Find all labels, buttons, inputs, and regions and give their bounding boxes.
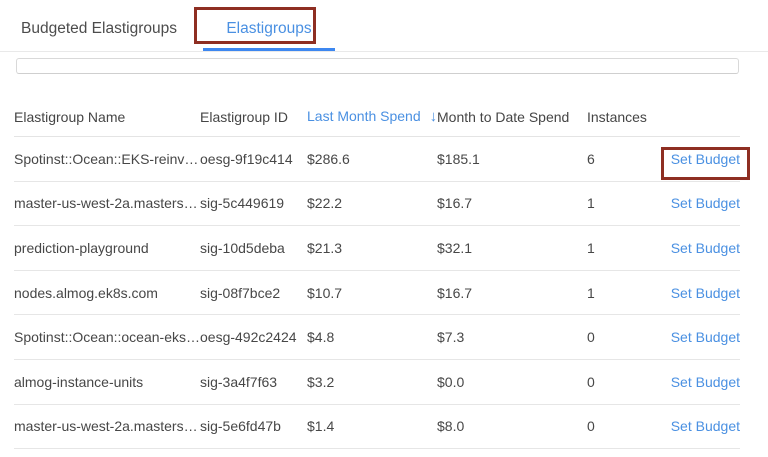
- cell-elastigroup-name: master-us-west-2a.masters…: [14, 195, 200, 211]
- cell-elastigroup-name: prediction-playground: [14, 240, 200, 256]
- cell-elastigroup-name: almog-instance-units: [14, 374, 200, 390]
- cell-instances: 1: [587, 240, 670, 256]
- cell-elastigroup-name: master-us-west-2a.masters…: [14, 418, 200, 434]
- cell-month-to-date-spend: $8.0: [437, 418, 587, 434]
- cell-instances: 1: [587, 285, 670, 301]
- cell-elastigroup-id: sig-5e6fd47b: [200, 418, 307, 434]
- tab-bar: Budgeted Elastigroups Elastigroups: [0, 0, 768, 52]
- set-budget-link[interactable]: Set Budget: [671, 285, 740, 301]
- cell-last-month-spend: $3.2: [307, 374, 437, 390]
- cell-month-to-date-spend: $16.7: [437, 195, 587, 211]
- column-header-month-to-date-spend[interactable]: Month to Date Spend: [437, 109, 587, 125]
- cell-month-to-date-spend: $7.3: [437, 329, 587, 345]
- cell-instances: 1: [587, 195, 670, 211]
- cell-elastigroup-name: Spotinst::Ocean::ocean-eks…: [14, 329, 200, 345]
- cell-month-to-date-spend: $0.0: [437, 374, 587, 390]
- table-row: Spotinst::Ocean::EKS-reinv… oesg-9f19c41…: [14, 137, 740, 182]
- cell-month-to-date-spend: $16.7: [437, 285, 587, 301]
- elastigroups-table: Elastigroup Name Elastigroup ID Last Mon…: [0, 74, 768, 449]
- column-header-last-month-spend-label: Last Month Spend: [307, 108, 421, 124]
- set-budget-link[interactable]: Set Budget: [671, 195, 740, 211]
- cell-elastigroup-id: oesg-9f19c414: [200, 151, 307, 167]
- table-row: prediction-playground sig-10d5deba $21.3…: [14, 226, 740, 271]
- set-budget-link[interactable]: Set Budget: [671, 240, 740, 256]
- cell-elastigroup-id: sig-10d5deba: [200, 240, 307, 256]
- cell-elastigroup-id: sig-3a4f7f63: [200, 374, 307, 390]
- cell-last-month-spend: $22.2: [307, 195, 437, 211]
- cell-last-month-spend: $10.7: [307, 285, 437, 301]
- filter-input[interactable]: [16, 58, 739, 74]
- set-budget-link[interactable]: Set Budget: [671, 151, 740, 167]
- cell-last-month-spend: $21.3: [307, 240, 437, 256]
- cell-elastigroup-id: sig-08f7bce2: [200, 285, 307, 301]
- column-header-elastigroup-name[interactable]: Elastigroup Name: [14, 109, 200, 125]
- cell-month-to-date-spend: $32.1: [437, 240, 587, 256]
- cell-last-month-spend: $1.4: [307, 418, 437, 434]
- cell-month-to-date-spend: $185.1: [437, 151, 587, 167]
- column-header-instances[interactable]: Instances: [587, 109, 670, 125]
- cell-last-month-spend: $4.8: [307, 329, 437, 345]
- cell-instances: 0: [587, 374, 670, 390]
- cell-elastigroup-name: nodes.almog.ek8s.com: [14, 285, 200, 301]
- cell-elastigroup-id: sig-5c449619: [200, 195, 307, 211]
- cell-instances: 6: [587, 151, 670, 167]
- set-budget-link[interactable]: Set Budget: [671, 418, 740, 434]
- cell-instances: 0: [587, 418, 670, 434]
- table-row: almog-instance-units sig-3a4f7f63 $3.2 $…: [14, 360, 740, 405]
- set-budget-link[interactable]: Set Budget: [671, 329, 740, 345]
- tab-elastigroups[interactable]: Elastigroups: [203, 0, 335, 51]
- cell-last-month-spend: $286.6: [307, 151, 437, 167]
- column-header-last-month-spend[interactable]: Last Month Spend↓: [307, 108, 437, 125]
- cell-elastigroup-name: Spotinst::Ocean::EKS-reinv…: [14, 151, 200, 167]
- table-row: master-us-west-2a.masters… sig-5c449619 …: [14, 182, 740, 227]
- table-row: Spotinst::Ocean::ocean-eks… oesg-492c242…: [14, 315, 740, 360]
- table-row: master-us-west-2a.masters… sig-5e6fd47b …: [14, 405, 740, 450]
- table-row: nodes.almog.ek8s.com sig-08f7bce2 $10.7 …: [14, 271, 740, 316]
- cell-elastigroup-id: oesg-492c2424: [200, 329, 307, 345]
- cell-instances: 0: [587, 329, 670, 345]
- table-header-row: Elastigroup Name Elastigroup ID Last Mon…: [14, 74, 740, 137]
- set-budget-link[interactable]: Set Budget: [671, 374, 740, 390]
- tab-budgeted-elastigroups[interactable]: Budgeted Elastigroups: [21, 0, 177, 51]
- column-header-elastigroup-id[interactable]: Elastigroup ID: [200, 109, 307, 125]
